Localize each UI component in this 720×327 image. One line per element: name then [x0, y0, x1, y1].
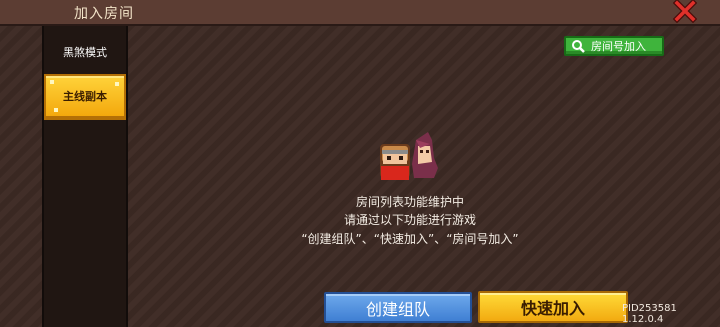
instruction-text: 请通过以下功能进行游戏	[343, 213, 476, 227]
sparkle-icon	[115, 82, 119, 86]
sparkle-icon	[50, 80, 54, 84]
characters-illustration	[380, 132, 438, 180]
mode-sidebar: 黑煞模式 主线副本	[42, 26, 128, 327]
close-button[interactable]	[672, 0, 698, 24]
version-label: PID253581 1.12.0.4	[622, 303, 677, 325]
tab-label: 黑煞模式	[63, 46, 107, 59]
room-number-join-button[interactable]: 房间号加入	[564, 36, 664, 56]
tab-black-mode[interactable]: 黑煞模式	[44, 30, 126, 74]
page-title: 加入房间	[74, 6, 134, 22]
search-icon	[572, 40, 585, 53]
create-team-button[interactable]: 创建组队	[324, 292, 472, 323]
quick-join-button[interactable]: 快速加入	[478, 291, 628, 323]
tab-main-dungeon[interactable]: 主线副本	[44, 74, 126, 120]
tab-label: 主线副本	[63, 90, 107, 103]
options-text: “创建组队”、“快速加入”、“房间号加入”	[301, 232, 519, 246]
close-icon	[673, 0, 697, 23]
header-bar: 加入房间	[0, 0, 720, 26]
search-button-label: 房间号加入	[591, 40, 646, 53]
sparkle-icon	[54, 108, 58, 112]
maintenance-notice: 房间列表功能维护中	[355, 195, 464, 209]
hooded-character-icon	[412, 132, 438, 178]
helmet-character-icon	[380, 144, 410, 180]
